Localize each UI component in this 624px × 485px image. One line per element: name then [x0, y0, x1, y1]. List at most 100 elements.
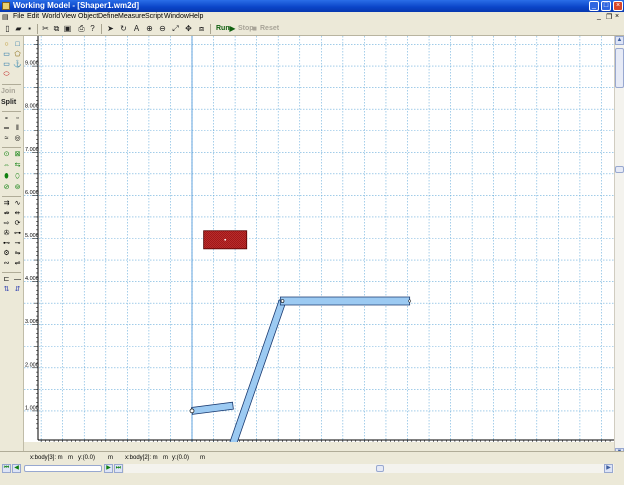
move-icon[interactable]: ✥ — [184, 24, 193, 33]
run-icon[interactable]: ▶ — [228, 24, 237, 33]
menu-window[interactable]: Window — [164, 13, 189, 20]
slot-joint-tool-icon[interactable]: ⇔ — [2, 162, 11, 170]
coupler-link — [279, 296, 411, 306]
reset-button[interactable]: Reset — [260, 25, 279, 32]
zoom-out-icon[interactable]: ⊖ — [158, 24, 167, 33]
stop-icon[interactable]: ■ — [250, 24, 259, 33]
ellipse-tool-icon[interactable]: ⬭ — [2, 71, 11, 79]
menu-define[interactable]: Define — [98, 13, 118, 20]
rotary-damper-tool-icon[interactable]: ⇷ — [13, 210, 22, 218]
menu-file[interactable]: File — [13, 13, 24, 20]
rigid-joint-tool-icon[interactable]: ⊠ — [13, 151, 22, 159]
rotary-spring-tool-icon[interactable]: ⇏ — [2, 210, 11, 218]
box-tool-icon[interactable]: ▭ — [2, 61, 11, 69]
copy-icon[interactable]: ⧉ — [52, 24, 61, 33]
meter-tool-icon[interactable]: ⇅ — [2, 286, 11, 294]
text-tool-icon[interactable]: A — [132, 24, 141, 33]
menu-script[interactable]: Script — [145, 13, 163, 20]
workspace-canvas[interactable]: -3.0000-2.0000-1.00000.00001.00002.00003… — [24, 36, 614, 442]
menu-help[interactable]: Help — [189, 13, 203, 20]
rod-tool-icon[interactable]: ⊘ — [2, 184, 11, 192]
circle-tool-icon[interactable]: ○ — [2, 41, 11, 49]
damper-tool-icon[interactable]: ∿ — [13, 200, 22, 208]
horizontal-scrollbar[interactable]: ▶ — [124, 464, 614, 473]
menu-measure[interactable]: Measure — [118, 13, 145, 20]
track-icon[interactable]: ⧈ — [197, 24, 206, 33]
split-button[interactable]: Split — [1, 99, 16, 106]
mdi-minimize-button[interactable]: _ — [597, 13, 601, 20]
pointer-tool-icon[interactable]: ➤ — [106, 24, 115, 33]
world-view[interactable]: -3.0000-2.0000-1.00000.00001.00002.00003… — [24, 36, 614, 442]
rectangle-tool-icon[interactable]: ▭ — [2, 51, 11, 59]
force-tool-icon[interactable]: ⇨ — [2, 220, 11, 228]
menu-view[interactable]: View — [61, 13, 76, 20]
y-tick-label: 5.000 — [25, 233, 39, 239]
open-folder-icon[interactable]: ▰ — [14, 24, 23, 33]
output-tool-icon[interactable]: — — [13, 276, 22, 284]
menu-world[interactable]: World — [42, 13, 60, 20]
keyed-curved-tool-icon[interactable]: ⬯ — [13, 173, 22, 181]
print-icon[interactable]: ⎙ — [77, 24, 86, 33]
anchor-tool-icon[interactable]: ⚓ — [13, 61, 22, 69]
scroll-up-icon[interactable]: ▲ — [615, 36, 624, 45]
status-bar: x:body[3]: m m y:(0.0) m x:body[2]: m m … — [0, 451, 624, 464]
square-point-tool-icon[interactable]: ▫ — [13, 115, 22, 123]
save-icon[interactable]: ▪ — [25, 24, 34, 33]
status-x1: x:body[3]: m — [30, 455, 63, 461]
tape-forward-icon[interactable]: ▶ — [104, 464, 113, 473]
spring-tool-icon[interactable]: ⇉ — [2, 200, 11, 208]
rotate-tool-icon[interactable]: ↻ — [119, 24, 128, 33]
curved-joint-tool-icon[interactable]: ⬮ — [2, 173, 11, 181]
status-x1-unit: m — [68, 455, 73, 461]
polygon-tool-icon[interactable]: ⬠ — [13, 51, 22, 59]
cut-icon[interactable]: ✂ — [41, 24, 50, 33]
keyed-slot-tool-icon[interactable]: ⇆ — [13, 162, 22, 170]
mdi-close-button[interactable]: × — [615, 13, 619, 20]
vertical-scroll-marker[interactable] — [615, 166, 624, 173]
vertical-scrollbar[interactable]: ▲ ▼ — [614, 36, 624, 460]
document-icon[interactable]: ▤ — [2, 13, 9, 21]
paste-icon[interactable]: ▣ — [63, 24, 72, 33]
close-button[interactable]: × — [613, 1, 623, 11]
gear-tool-icon[interactable]: ⚙ — [2, 250, 11, 258]
motor-tool-icon[interactable]: ✇ — [2, 230, 11, 238]
point-tool-icon[interactable]: ∘ — [2, 115, 11, 123]
menu-edit[interactable]: Edit — [27, 13, 39, 20]
wave-tool-icon[interactable]: ∾ — [2, 260, 11, 268]
curved-slot-tool-icon[interactable]: ≈ — [2, 135, 11, 143]
new-file-icon[interactable]: ▯ — [3, 24, 12, 33]
maximize-button[interactable]: □ — [601, 1, 611, 11]
separator-tool-icon[interactable]: ⊷ — [2, 240, 11, 248]
minimize-button[interactable]: _ — [589, 1, 599, 11]
actuator-tool-icon[interactable]: ⊶ — [13, 230, 22, 238]
pulley-tool-icon[interactable]: ⊸ — [13, 240, 22, 248]
circle-slot-tool-icon[interactable]: ◎ — [13, 135, 22, 143]
menu-object[interactable]: Object — [78, 13, 98, 20]
zoom-fit-icon[interactable]: ⤢ — [171, 24, 180, 33]
status-y1: y:(0.0) — [78, 455, 96, 461]
input-tool-icon[interactable]: ⊏ — [2, 276, 11, 284]
menu-bar: ▤ File Edit World View Object Define Mea… — [0, 12, 624, 22]
tape-end-icon[interactable]: ⏭ — [114, 464, 123, 473]
button-tool-icon[interactable]: ⇵ — [13, 286, 22, 294]
pin-joint-tool-icon[interactable]: ⊙ — [2, 151, 11, 159]
join-button[interactable]: Join — [1, 88, 15, 95]
vertical-scroll-thumb[interactable] — [615, 48, 624, 88]
slot-tool-icon[interactable]: ═ — [2, 125, 11, 133]
rope-pulley-tool-icon[interactable]: ⇋ — [13, 250, 22, 258]
vertical-slot-tool-icon[interactable]: ‖ — [13, 125, 22, 133]
square-tool-icon[interactable]: □ — [13, 41, 22, 49]
horizontal-scroll-thumb[interactable] — [376, 465, 384, 472]
scroll-right-icon[interactable]: ▶ — [604, 464, 613, 473]
status-x2-unit: m — [163, 455, 168, 461]
tape-start-icon[interactable]: ⏮ — [2, 464, 11, 473]
zoom-in-icon[interactable]: ⊕ — [145, 24, 154, 33]
torque-tool-icon[interactable]: ⟳ — [13, 220, 22, 228]
tape-back-icon[interactable]: ◀ — [12, 464, 21, 473]
help-icon[interactable]: ? — [88, 24, 97, 33]
rope-tool-icon[interactable]: ⊚ — [13, 184, 22, 192]
mdi-restore-button[interactable]: ❐ — [606, 13, 612, 21]
tape-slider[interactable] — [24, 465, 102, 472]
rod-link-tool-icon[interactable]: ⇌ — [13, 260, 22, 268]
tape-player: ⏮ ◀ ▶ ⏭ — [2, 464, 123, 473]
